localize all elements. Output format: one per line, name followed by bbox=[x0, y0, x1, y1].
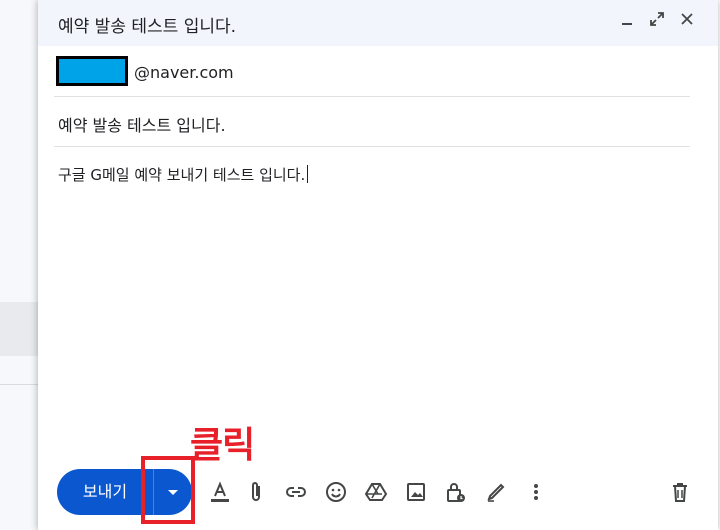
subject-field[interactable]: 예약 발송 테스트 입니다. bbox=[54, 97, 690, 147]
inbox-background bbox=[0, 0, 38, 530]
emoji-icon[interactable] bbox=[322, 476, 350, 508]
inbox-row-selected bbox=[0, 302, 38, 356]
annotation-highlight-box bbox=[141, 456, 195, 524]
drive-icon[interactable] bbox=[362, 476, 390, 508]
inbox-divider bbox=[0, 384, 38, 385]
message-body[interactable]: 구글 G메일 예약 보내기 테스트 입니다. bbox=[58, 164, 309, 185]
confidential-icon[interactable] bbox=[442, 476, 470, 508]
more-options-icon[interactable] bbox=[522, 476, 550, 508]
subject-text: 예약 발송 테스트 입니다. bbox=[58, 116, 226, 135]
signature-icon[interactable] bbox=[482, 476, 510, 508]
send-button[interactable]: 보내기 bbox=[57, 469, 153, 515]
link-icon[interactable] bbox=[282, 476, 310, 508]
close-icon[interactable] bbox=[678, 10, 696, 28]
redacted-recipient bbox=[56, 56, 128, 86]
compose-title: 예약 발송 테스트 입니다. bbox=[58, 17, 237, 37]
image-icon[interactable] bbox=[402, 476, 430, 508]
attach-icon[interactable] bbox=[242, 476, 270, 508]
text-caret bbox=[307, 165, 309, 183]
annotation-click-label: 클릭 bbox=[190, 425, 255, 466]
recipient-domain: @naver.com bbox=[134, 63, 234, 82]
compose-header[interactable]: 예약 발송 테스트 입니다. bbox=[38, 0, 718, 46]
expand-icon[interactable] bbox=[648, 10, 666, 28]
minimize-icon[interactable] bbox=[618, 10, 636, 28]
body-text: 구글 G메일 예약 보내기 테스트 입니다. bbox=[58, 166, 306, 184]
compose-window: 예약 발송 테스트 입니다. @naver.com 예약 발송 테스트 입니다.… bbox=[38, 0, 718, 530]
trash-icon[interactable] bbox=[666, 476, 694, 508]
format-text-icon[interactable] bbox=[206, 476, 234, 508]
recipients-field[interactable]: @naver.com bbox=[54, 48, 690, 97]
window-controls bbox=[618, 10, 696, 28]
